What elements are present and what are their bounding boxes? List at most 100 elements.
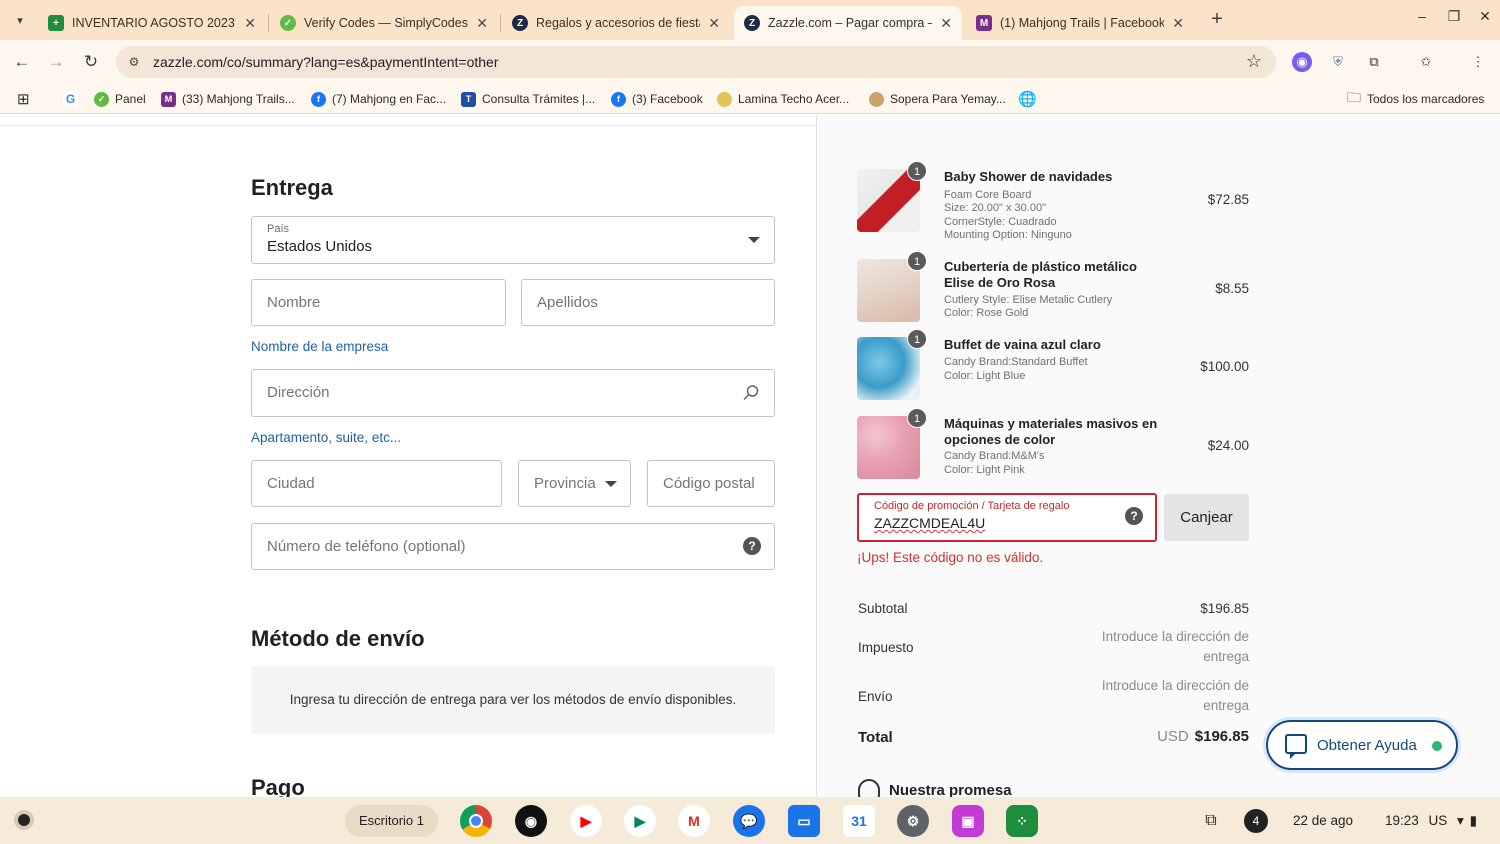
tab-search-chevron-icon[interactable]: ▾ <box>8 8 32 32</box>
first-name-placeholder: Nombre <box>267 294 321 311</box>
province-select[interactable]: Provincia <box>518 460 631 507</box>
promo-code-value[interactable]: ZAZZCMDEAL4U <box>874 515 985 531</box>
get-help-button[interactable]: Obtener Ayuda <box>1266 720 1458 770</box>
settings-gear-icon[interactable]: ⚙ <box>897 805 929 837</box>
screen-capture-icon[interactable]: ⧉ <box>1196 805 1226 837</box>
item-price: $100.00 <box>1200 359 1249 374</box>
desk-switcher[interactable]: Escritorio 1 <box>345 805 438 837</box>
launcher-icon[interactable] <box>14 810 34 830</box>
zazzle-icon: Z <box>744 15 760 31</box>
back-arrow-icon[interactable]: ← <box>10 50 34 74</box>
status-tray[interactable]: 19:23 US ▾ ▮ <box>1371 805 1491 837</box>
play-store-icon[interactable]: ▶ <box>624 805 656 837</box>
site-settings-icon[interactable]: ⚙ <box>126 54 142 70</box>
shield-icon[interactable]: ⛨ <box>1328 52 1348 72</box>
tab-strip: ▾ + INVENTARIO AGOSTO 2023 (1) ✕ ✓ Verif… <box>0 0 1500 40</box>
item-detail: Size: 20.00" x 30.00" <box>944 202 1046 214</box>
extension-icon[interactable]: ◉ <box>1292 52 1312 72</box>
item-detail: CornerStyle: Cuadrado <box>944 216 1057 228</box>
cart-item: 1 Cubertería de plástico metálico Elise … <box>857 251 1249 323</box>
help-question-icon[interactable]: ? <box>1125 507 1143 525</box>
province-placeholder: Provincia <box>534 475 596 492</box>
close-icon[interactable]: ✕ <box>476 15 488 32</box>
apartment-link[interactable]: Apartamento, suite, etc... <box>251 430 401 445</box>
tax-value: Introduce la dirección de entrega <box>1101 629 1249 664</box>
item-detail: Candy Brand:M&M's <box>944 450 1045 462</box>
address-field[interactable]: Dirección <box>251 369 775 417</box>
promo-code-field[interactable]: Código de promoción / Tarjeta de regalo … <box>857 493 1157 542</box>
bookmark-mahjong-trails[interactable]: M (33) Mahjong Trails... <box>161 90 295 108</box>
bookmark-star-icon[interactable]: ☆ <box>1246 51 1262 72</box>
bookmark-sopera[interactable]: Sopera Para Yemay... <box>869 90 1006 108</box>
date-display[interactable]: 22 de ago <box>1281 805 1365 837</box>
company-name-link[interactable]: Nombre de la empresa <box>251 339 388 354</box>
files-icon[interactable]: ▭ <box>788 805 820 837</box>
url-text[interactable]: zazzle.com/co/summary?lang=es&paymentInt… <box>153 54 499 70</box>
item-price: $72.85 <box>1207 192 1249 207</box>
app-grid-icon[interactable]: ⁘ <box>1006 805 1038 837</box>
chrome-icon[interactable] <box>460 805 492 837</box>
close-icon[interactable]: ✕ <box>1172 15 1184 32</box>
address-bar[interactable]: ⚙ zazzle.com/co/summary?lang=es&paymentI… <box>116 46 1276 78</box>
bookmark-lamina-techo[interactable]: Lamina Techo Acer... <box>717 90 849 108</box>
bookmark-panel[interactable]: ✓ Panel <box>94 90 146 108</box>
podcast-icon[interactable]: ◉ <box>515 805 547 837</box>
tab-mahjong-facebook[interactable]: M (1) Mahjong Trails | Facebook ✕ <box>966 6 1194 40</box>
calendar-icon[interactable]: 31 <box>843 805 875 837</box>
wifi-icon: ▾ <box>1457 813 1464 828</box>
tab-separator <box>500 14 501 32</box>
restore-icon[interactable]: ❐ <box>1442 8 1466 30</box>
close-icon[interactable]: ✕ <box>244 15 256 32</box>
tab-title: INVENTARIO AGOSTO 2023 (1) <box>72 16 237 30</box>
bookmark-mahjong-facebook[interactable]: f (7) Mahjong en Fac... <box>311 90 446 108</box>
our-promise-heading: Nuestra promesa <box>889 782 1012 797</box>
bookmark-facebook[interactable]: f (3) Facebook <box>611 90 703 108</box>
photos-icon[interactable]: ▣ <box>952 805 984 837</box>
window-close-icon[interactable]: ✕ <box>1473 8 1497 30</box>
country-select[interactable]: País Estados Unidos <box>251 216 775 264</box>
new-tab-plus-icon[interactable]: + <box>1206 9 1228 31</box>
apps-grid-icon[interactable]: ⊞ <box>17 90 30 108</box>
bookmark-consulta-tramites[interactable]: T Consulta Trámites |... <box>461 90 595 108</box>
notification-count-badge[interactable]: 4 <box>1244 809 1268 833</box>
cart-item: 1 Baby Shower de navidades Foam Core Boa… <box>857 161 1249 241</box>
tab-title: Verify Codes — SimplyCodes <box>304 16 468 30</box>
tab-regalos[interactable]: Z Regalos y accesorios de fiesta ✕ <box>502 6 730 40</box>
bookmarks-star-icon[interactable]: ✩ <box>1416 52 1436 72</box>
minimize-icon[interactable]: – <box>1410 8 1434 30</box>
close-icon[interactable]: ✕ <box>940 15 952 32</box>
messages-icon[interactable]: 💬 <box>733 805 765 837</box>
first-name-field[interactable]: Nombre <box>251 279 506 326</box>
tab-simplycodes[interactable]: ✓ Verify Codes — SimplyCodes ✕ <box>270 6 498 40</box>
browser-toolbar: ← → ↻ ⚙ zazzle.com/co/summary?lang=es&pa… <box>0 40 1500 84</box>
more-menu-icon[interactable]: ⋮ <box>1468 52 1488 72</box>
extensions-puzzle-icon[interactable]: ⧉ <box>1364 52 1384 72</box>
tab-zazzle-checkout[interactable]: Z Zazzle.com – Pagar compra – Z ✕ <box>734 6 962 40</box>
close-icon[interactable]: ✕ <box>708 15 720 32</box>
get-help-label: Obtener Ayuda <box>1317 737 1417 754</box>
phone-field[interactable]: Número de teléfono (optional) ? <box>251 523 775 570</box>
battery-icon: ▮ <box>1469 813 1478 828</box>
redeem-button[interactable]: Canjear <box>1164 494 1249 541</box>
city-field[interactable]: Ciudad <box>251 460 502 507</box>
tab-inventario[interactable]: + INVENTARIO AGOSTO 2023 (1) ✕ <box>38 6 266 40</box>
bookmark-google[interactable]: G <box>63 90 84 108</box>
gmail-icon[interactable]: M <box>678 805 710 837</box>
last-name-field[interactable]: Apellidos <box>521 279 775 326</box>
all-bookmarks[interactable]: 🗀 Todos los marcadores <box>1347 89 1484 108</box>
youtube-icon[interactable]: ▶ <box>570 805 602 837</box>
help-question-icon[interactable]: ? <box>743 537 761 555</box>
sheets-icon: + <box>48 15 64 31</box>
country-label: País <box>267 223 290 235</box>
sopera-icon <box>869 91 884 107</box>
bookmark-label: Consulta Trámites |... <box>482 92 596 106</box>
simplycodes-icon: ✓ <box>280 15 296 31</box>
google-icon: G <box>63 91 78 107</box>
globe-icon[interactable]: 🌐 <box>1018 90 1037 108</box>
postal-code-field[interactable]: Código postal <box>647 460 775 507</box>
forward-arrow-icon[interactable]: → <box>44 50 68 74</box>
shield-check-icon <box>858 779 880 797</box>
reload-icon[interactable]: ↻ <box>79 50 103 74</box>
item-name: Baby Shower de navidades <box>944 169 1113 184</box>
quantity-badge: 1 <box>907 161 927 181</box>
